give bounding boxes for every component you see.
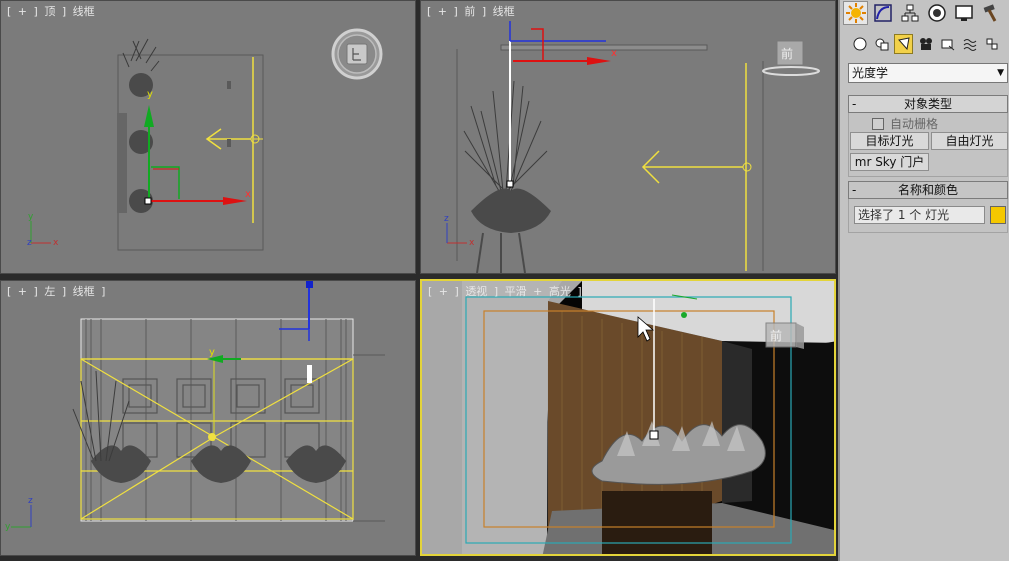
modify-icon — [873, 4, 892, 22]
light-category-dropdown[interactable]: 光度学 ▼ — [848, 63, 1008, 83]
display-icon — [954, 5, 973, 21]
gizmo-x-label: x — [245, 189, 251, 200]
cameras-subtab[interactable] — [916, 34, 935, 54]
tripod-x-label: x — [53, 238, 59, 248]
autogrid-checkbox[interactable]: 自动栅格 — [872, 115, 938, 132]
label-shading[interactable]: 平滑 — [505, 285, 527, 298]
modify-tab[interactable] — [870, 1, 895, 25]
viewport-top[interactable]: [ + ] 顶 ] 线框 y x y x z — [0, 0, 416, 274]
viewport-perspective[interactable]: [ + ] 透视 ] 平滑 + 高光 ] 前 — [420, 279, 836, 556]
object-type-rollout-header[interactable]: - 对象类型 — [848, 95, 1008, 113]
geometry-icon — [853, 37, 866, 51]
viewport-left[interactable]: [ + ] 左 ] 线框 ] y z y — [0, 280, 416, 556]
cameras-icon — [919, 38, 932, 50]
viewcube-perspective[interactable]: 前 — [760, 321, 810, 355]
viewport-front[interactable]: [ + ] 前 ] 线框 x z x 前 — [420, 0, 836, 274]
command-panel: 光度学 ▼ - 对象类型 自动栅格 目标灯光 自由灯光 mr Sky 门户 - … — [838, 0, 1009, 561]
rollout-title: 对象类型 — [903, 97, 952, 111]
motion-icon — [927, 4, 946, 22]
collapse-icon: - — [852, 183, 857, 197]
object-name-field[interactable]: 选择了 1 个 灯光 — [854, 206, 985, 224]
spacewarps-subtab[interactable] — [960, 34, 979, 54]
create-icon — [845, 3, 866, 23]
display-tab[interactable] — [951, 1, 976, 25]
label-bracket: [ — [428, 285, 433, 298]
label-bracket: ] — [577, 285, 582, 298]
geometry-subtab[interactable] — [850, 34, 869, 54]
viewcube-front[interactable]: 前 — [761, 39, 821, 79]
motion-tab[interactable] — [924, 1, 949, 25]
viewport-left-scene: y z y — [5, 281, 385, 532]
utilities-tab[interactable] — [978, 1, 1003, 25]
gizmo-y-label: y — [209, 347, 215, 358]
dropdown-value: 光度学 — [852, 66, 889, 80]
utilities-icon — [983, 4, 996, 22]
viewcube-face-label: 前 — [770, 329, 783, 343]
target-light-button[interactable]: 目标灯光 — [850, 132, 929, 150]
tripod-y-label: y — [28, 212, 34, 222]
create-tab[interactable] — [843, 1, 868, 25]
viewcube-top[interactable] — [331, 28, 383, 80]
systems-subtab[interactable] — [982, 34, 1001, 54]
lights-icon — [897, 37, 910, 51]
command-panel-tabs — [842, 0, 1009, 28]
gizmo-x-label: x — [611, 48, 617, 59]
object-color-swatch[interactable] — [990, 206, 1006, 224]
checkbox-box — [872, 117, 884, 130]
shapes-subtab[interactable] — [872, 34, 891, 54]
helpers-icon — [941, 39, 954, 51]
checkbox-label: 自动栅格 — [890, 117, 939, 131]
hierarchy-icon — [901, 4, 918, 22]
rollout-title: 名称和颜色 — [897, 183, 958, 197]
gizmo-y-label: y — [147, 89, 153, 100]
helpers-subtab[interactable] — [938, 34, 957, 54]
chevron-down-icon: ▼ — [997, 68, 1004, 78]
systems-icon — [986, 38, 997, 50]
spacewarps-icon — [963, 39, 976, 51]
label-highlights[interactable]: 高光 — [549, 285, 571, 298]
name-color-rollout-header[interactable]: - 名称和颜色 — [848, 181, 1008, 199]
tripod-z-label: z — [444, 214, 449, 224]
label-bracket: ] — [454, 285, 459, 298]
label-bracket: ] — [493, 285, 499, 298]
tripod-z-label: z — [27, 238, 32, 248]
label-view-name[interactable]: 透视 — [465, 285, 487, 298]
create-subtabs — [850, 34, 1004, 54]
hierarchy-tab[interactable] — [897, 1, 922, 25]
viewcube-face-label: 前 — [781, 47, 794, 61]
tripod-y-label: y — [5, 522, 11, 532]
viewport-label-perspective[interactable]: [ + ] 透视 ] 平滑 + 高光 ] — [428, 283, 585, 299]
label-plus[interactable]: + — [439, 285, 448, 298]
free-light-button[interactable]: 自由灯光 — [931, 132, 1008, 150]
mr-sky-portal-button[interactable]: mr Sky 门户 — [850, 153, 929, 171]
tripod-x-label: x — [469, 238, 475, 248]
shapes-icon — [875, 38, 888, 51]
label-plus: + — [533, 285, 543, 298]
lights-subtab[interactable] — [894, 34, 913, 54]
collapse-icon: - — [852, 97, 857, 111]
tripod-z-label: z — [28, 496, 33, 506]
